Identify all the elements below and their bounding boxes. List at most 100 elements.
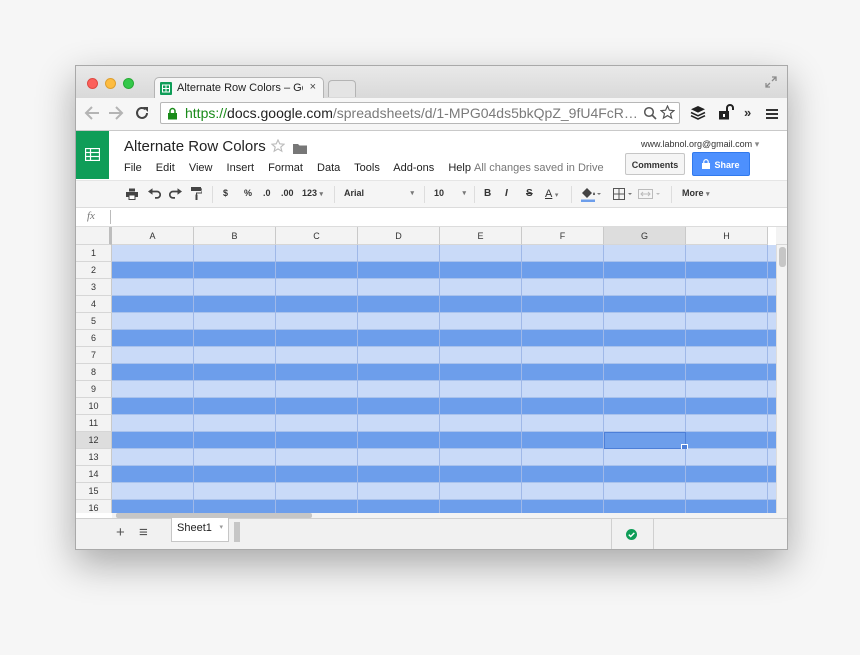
cell-f16[interactable] [522,500,604,513]
column-header-a[interactable]: A [112,227,194,245]
cell-d12[interactable] [358,432,440,449]
cell-g13[interactable] [604,449,686,466]
cell-a6[interactable] [112,330,194,347]
cell-c3[interactable] [276,279,358,296]
row-header-10[interactable]: 10 [76,398,112,415]
menu-insert[interactable]: Insert [227,162,255,174]
close-window-button[interactable] [87,78,98,89]
cell-e11[interactable] [440,415,522,432]
cell-g4[interactable] [604,296,686,313]
cell-e13[interactable] [440,449,522,466]
cell-f5[interactable] [522,313,604,330]
cell-a2[interactable] [112,262,194,279]
bold-button[interactable]: B [484,188,491,199]
fullscreen-icon[interactable] [765,75,777,93]
row-header-16[interactable]: 16 [76,500,112,513]
extensions-overflow-icon[interactable]: » [744,105,751,120]
more-toolbar-button[interactable]: More ▾ [682,188,710,198]
row-header-5[interactable]: 5 [76,313,112,330]
cell-a13[interactable] [112,449,194,466]
cell-e6[interactable] [440,330,522,347]
cell-d3[interactable] [358,279,440,296]
strikethrough-button[interactable]: S [526,188,533,199]
cell-c14[interactable] [276,466,358,483]
cell-a3[interactable] [112,279,194,296]
cell-d10[interactable] [358,398,440,415]
cell-c9[interactable] [276,381,358,398]
share-button[interactable]: Share [692,152,750,176]
cell-g11[interactable] [604,415,686,432]
row-header-2[interactable]: 2 [76,262,112,279]
tab-close-icon[interactable]: × [310,81,316,93]
cell-e15[interactable] [440,483,522,500]
cell-g15[interactable] [604,483,686,500]
cell-f2[interactable] [522,262,604,279]
cell-b5[interactable] [194,313,276,330]
new-tab-button[interactable] [328,80,356,97]
cell-g16[interactable] [604,500,686,513]
cell-f1[interactable] [522,245,604,262]
sheets-home-button[interactable] [76,131,109,179]
cell-c15[interactable] [276,483,358,500]
cell-g6[interactable] [604,330,686,347]
column-header-f[interactable]: F [522,227,604,245]
cell-g9[interactable] [604,381,686,398]
cell-h14[interactable] [686,466,768,483]
cell-a14[interactable] [112,466,194,483]
cell-b7[interactable] [194,347,276,364]
cell-e10[interactable] [440,398,522,415]
cell-b4[interactable] [194,296,276,313]
move-to-folder-icon[interactable] [293,141,307,159]
menu-tools[interactable]: Tools [354,162,380,174]
cell-f11[interactable] [522,415,604,432]
cell-g14[interactable] [604,466,686,483]
cell-h9[interactable] [686,381,768,398]
cell-e16[interactable] [440,500,522,513]
cell-a11[interactable] [112,415,194,432]
cell-d14[interactable] [358,466,440,483]
menu-file[interactable]: File [124,162,142,174]
cell-b11[interactable] [194,415,276,432]
spreadsheet-grid[interactable]: A B C D E F G H 1 2 3 4 5 6 7 8 9 10 11 12 13 14 15 16 [76,227,787,513]
cell-f4[interactable] [522,296,604,313]
increase-decimal-button[interactable]: .00 [281,188,294,198]
row-header-1[interactable]: 1 [76,245,112,262]
column-header-h[interactable]: H [686,227,768,245]
cell-d7[interactable] [358,347,440,364]
vertical-scrollbar-thumb[interactable] [779,247,786,267]
sheet-tabs-scroll-handle[interactable] [234,522,240,542]
buffer-extension-icon[interactable] [690,105,706,126]
row-header-14[interactable]: 14 [76,466,112,483]
print-icon[interactable] [126,187,138,205]
save-status[interactable]: All changes saved in Drive [474,162,604,174]
row-header-9[interactable]: 9 [76,381,112,398]
cell-h1[interactable] [686,245,768,262]
add-sheet-button[interactable]: + [116,524,125,541]
cell-c7[interactable] [276,347,358,364]
cell-a8[interactable] [112,364,194,381]
cell-d5[interactable] [358,313,440,330]
row-header-3[interactable]: 3 [76,279,112,296]
cell-e14[interactable] [440,466,522,483]
star-document-icon[interactable] [270,138,286,158]
font-family-select[interactable]: Arial ▾ [344,188,414,198]
cell-c6[interactable] [276,330,358,347]
cell-f15[interactable] [522,483,604,500]
cell-h7[interactable] [686,347,768,364]
cell-g3[interactable] [604,279,686,296]
cell-e8[interactable] [440,364,522,381]
cell-b16[interactable] [194,500,276,513]
cell-a12[interactable] [112,432,194,449]
cell-e2[interactable] [440,262,522,279]
cell-f8[interactable] [522,364,604,381]
cell-e5[interactable] [440,313,522,330]
cell-b10[interactable] [194,398,276,415]
cell-d13[interactable] [358,449,440,466]
cell-h10[interactable] [686,398,768,415]
reload-icon[interactable] [134,105,150,126]
menu-help[interactable]: Help [448,162,471,174]
cell-d1[interactable] [358,245,440,262]
cell-f3[interactable] [522,279,604,296]
cell-a16[interactable] [112,500,194,513]
minimize-window-button[interactable] [105,78,116,89]
